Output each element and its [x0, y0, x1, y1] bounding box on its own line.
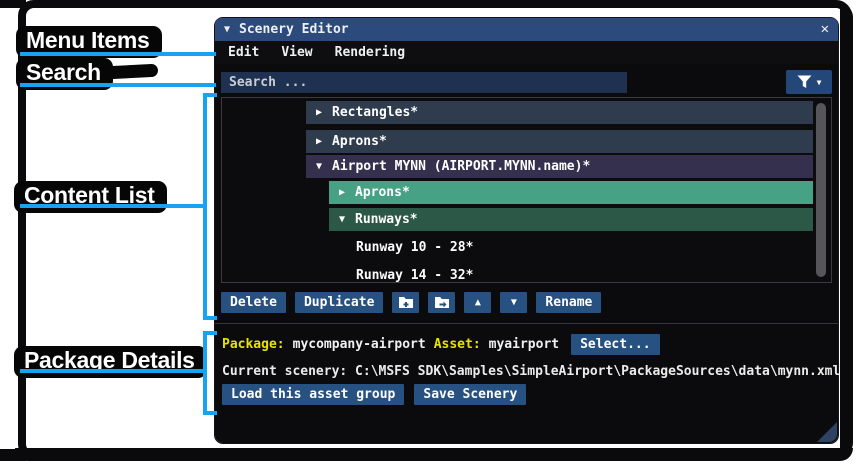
annotation-line-content-list: [20, 204, 207, 208]
tree-row-aprons[interactable]: ▶ Aprons*: [306, 130, 813, 153]
scenery-editor-window: ▼ Scenery Editor ✕ Edit View Rendering S…: [214, 17, 841, 444]
tree-row-label: Airport MYNN (AIRPORT.MYNN.name)*: [332, 159, 591, 174]
tree-item-runway-10-28[interactable]: Runway 10 - 28*: [356, 240, 473, 256]
rename-button[interactable]: Rename: [536, 292, 602, 313]
annotation-bracket-package-details: [203, 331, 207, 415]
expand-arrow-icon: ▶: [315, 107, 323, 118]
frame-edge: [840, 4, 853, 456]
annotation-line-menu-items: [20, 52, 216, 56]
package-label: Package:: [222, 336, 285, 352]
resize-grip[interactable]: [817, 422, 837, 442]
duplicate-button[interactable]: Duplicate: [294, 292, 384, 313]
collapse-window-icon[interactable]: ▼: [224, 24, 230, 35]
move-down-button[interactable]: ▼: [500, 292, 528, 313]
move-up-button[interactable]: ▲: [464, 292, 492, 313]
folder-arrow-icon: [434, 297, 449, 308]
expand-arrow-icon: ▶: [338, 187, 346, 198]
folder-plus-icon: [398, 297, 413, 308]
filter-caret-icon: ▼: [816, 77, 822, 87]
package-value: mycompany-airport: [292, 336, 426, 352]
scrollbar-thumb[interactable]: [816, 103, 826, 277]
annotation-bracket-content-list: [203, 93, 207, 320]
window-title: Scenery Editor: [239, 22, 349, 37]
title-bar[interactable]: ▼ Scenery Editor ✕: [215, 18, 838, 41]
tree-row-label: Rectangles*: [332, 105, 419, 120]
tree-row-airport-aprons[interactable]: ▶ Aprons*: [329, 181, 813, 204]
asset-value: myairport: [488, 336, 560, 352]
current-scenery-path: Current scenery: C:\MSFS SDK\Samples\Sim…: [222, 364, 841, 379]
package-row: Package: mycompany-airport Asset: myairp…: [222, 333, 660, 355]
menu-rendering[interactable]: Rendering: [335, 45, 405, 60]
annotation-package-details: Package Details: [14, 346, 207, 378]
annotation-bracket-arm: [203, 411, 217, 415]
annotation-bracket-arm: [203, 93, 217, 97]
tree-row-label: Runways*: [355, 212, 418, 227]
menu-bar: Edit View Rendering: [215, 41, 838, 64]
save-scenery-button[interactable]: Save Scenery: [414, 384, 527, 405]
tree-row-label: Aprons*: [355, 185, 410, 200]
content-list-panel: ▶ Rectangles* ▶ Aprons* ▼ Airport MYNN (…: [221, 97, 832, 283]
frame-edge: [0, 0, 26, 8]
tree-item-runway-14-32[interactable]: Runway 14 - 32*: [356, 268, 473, 284]
menu-view[interactable]: View: [281, 45, 312, 60]
tree-row-rectangles[interactable]: ▶ Rectangles*: [306, 101, 813, 124]
close-icon[interactable]: ✕: [821, 21, 829, 37]
delete-button[interactable]: Delete: [221, 292, 286, 313]
expand-arrow-icon: ▶: [315, 136, 323, 147]
tree-row-runways[interactable]: ▼ Runways*: [329, 208, 813, 231]
annotation-line-package-details: [20, 369, 207, 373]
select-button[interactable]: Select...: [571, 333, 660, 355]
section-divider: [215, 323, 838, 324]
filter-funnel-icon: [797, 75, 812, 88]
list-toolbar: Delete Duplicate ▲ ▼ Rename: [221, 292, 602, 313]
load-asset-group-button[interactable]: Load this asset group: [222, 384, 405, 405]
collapse-arrow-icon: ▼: [338, 214, 346, 225]
filter-button[interactable]: ▼: [786, 70, 832, 94]
collapse-arrow-icon: ▼: [315, 161, 323, 172]
add-to-group-button[interactable]: [392, 292, 420, 313]
menu-edit[interactable]: Edit: [228, 45, 259, 60]
annotation-bracket-arm: [203, 331, 217, 335]
annotation-content-list: Content List: [14, 181, 167, 213]
package-actions: Load this asset group Save Scenery: [222, 384, 527, 405]
frame-edge: [15, 448, 853, 461]
annotated-screenshot: ▼ Scenery Editor ✕ Edit View Rendering S…: [0, 0, 857, 465]
annotation-line-search: [20, 83, 216, 87]
search-input[interactable]: Search ...: [221, 72, 627, 93]
tree-row-label: Aprons*: [332, 134, 387, 149]
tree-row-airport-mynn[interactable]: ▼ Airport MYNN (AIRPORT.MYNN.name)*: [306, 155, 813, 178]
asset-label: Asset:: [433, 336, 481, 352]
annotation-bracket-arm: [203, 316, 217, 320]
move-to-group-button[interactable]: [428, 292, 456, 313]
annotation-marker: [105, 63, 159, 80]
